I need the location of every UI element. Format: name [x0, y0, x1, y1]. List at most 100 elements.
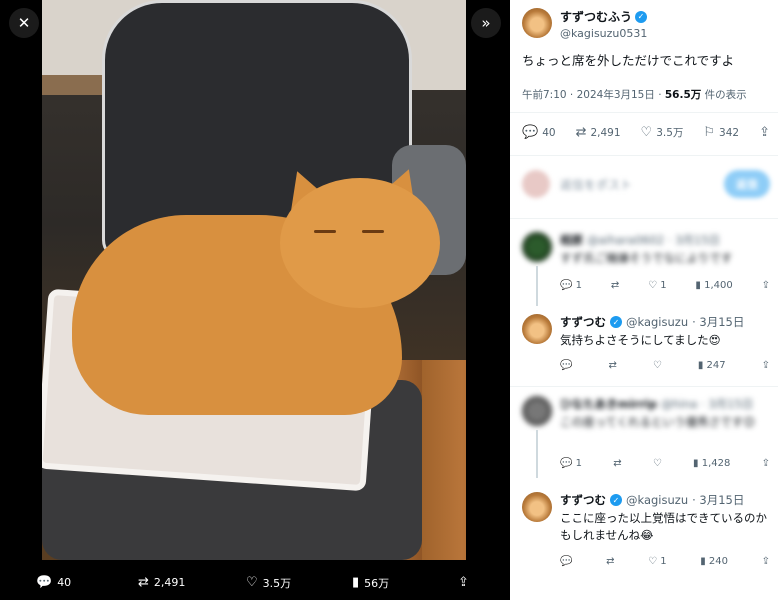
avatar[interactable]: [522, 396, 552, 426]
media-repost-button[interactable]: ⇄ 2,491: [138, 575, 185, 590]
list-item[interactable]: すずつむ ✓ @kagisuzu · 3月15日 気持ちよさそうにしてました😍 …: [522, 314, 770, 384]
media-like-button[interactable]: ♡ 3.5万: [246, 575, 291, 591]
list-item[interactable]: ひなたあきmirrip @hina · 3月15日 この座ってくれるという優秀さ…: [522, 396, 770, 478]
tweet-text: ちょっと席を外しただけでこれですよ: [522, 53, 735, 68]
share-button[interactable]: ⇪: [759, 125, 770, 140]
share-icon[interactable]: ⇪: [762, 556, 770, 567]
thread-line: [536, 266, 538, 306]
list-item[interactable]: すずつむ ✓ @kagisuzu · 3月15日 ここに座った以上覚悟はできてい…: [522, 492, 770, 582]
views-count: 240: [708, 556, 728, 567]
verified-icon: ✓: [635, 10, 648, 23]
tweet-panel: すずつむふう ✓ @kagisuzu0531 ちょっと席を外しただけでこれですよ…: [510, 0, 778, 600]
reply-text: この座ってくれるという優秀さです😊: [560, 415, 756, 429]
repost-button[interactable]: ⇄: [608, 360, 616, 371]
reply-count: 40: [542, 126, 556, 139]
views-count: 1,428: [701, 458, 731, 469]
analytics-icon: ▮: [352, 575, 360, 590]
share-icon: ⇪: [759, 125, 770, 140]
chevron-double-right-icon: »: [481, 14, 491, 32]
avatar[interactable]: [522, 492, 552, 522]
reply-text: すず氏ご機嫌そうでなによりです: [560, 251, 733, 265]
reply-actions: 💬 1 ⇄ ♡ 1 ▮ 1,400 ⇪: [560, 280, 770, 291]
reply-button[interactable]: 💬 1: [560, 458, 582, 469]
verified-icon: ✓: [610, 494, 622, 506]
share-icon[interactable]: ⇪: [762, 280, 770, 291]
repost-button[interactable]: ⇄: [613, 458, 621, 469]
tweet-meta: 午前7:10 · 2024年3月15日 · 56.5万 件の表示: [522, 87, 747, 102]
tweet-timestamp[interactable]: 午前7:10 · 2024年3月15日 ·: [522, 89, 665, 101]
cat-photo[interactable]: [42, 0, 466, 560]
share-icon[interactable]: ⇪: [762, 360, 770, 371]
avatar[interactable]: [522, 232, 552, 262]
reply-author-handle[interactable]: @hina · 3月15日: [661, 396, 753, 412]
media-views-count: 56万: [364, 576, 390, 590]
next-button[interactable]: »: [471, 8, 501, 38]
views-button[interactable]: ▮ 1,428: [693, 458, 730, 469]
reply-date[interactable]: · 3月15日: [692, 314, 744, 330]
close-button[interactable]: ✕: [9, 8, 39, 38]
tweet-views-label: 件の表示: [701, 89, 747, 101]
like-button[interactable]: ♡: [653, 458, 662, 469]
reply-author-handle[interactable]: @kagisuzu: [626, 493, 688, 507]
repost-button[interactable]: ⇄ 2,491: [576, 125, 621, 140]
views-button[interactable]: ▮ 240: [700, 556, 728, 567]
media-share-button[interactable]: ⇪: [458, 575, 469, 590]
reply-author-handle[interactable]: @kagisuzu: [626, 315, 688, 329]
views-button[interactable]: ▮ 247: [698, 360, 726, 371]
reply-button[interactable]: 💬: [560, 556, 572, 567]
reply-icon: 💬: [36, 575, 53, 590]
repost-icon: ⇄: [575, 125, 587, 140]
divider: [510, 112, 778, 113]
views-count: 247: [706, 360, 726, 371]
share-icon[interactable]: ⇪: [762, 458, 770, 469]
list-item[interactable]: 相原 @aihara0602 · 3月15日 すず氏ご機嫌そうでなによりです 💬…: [522, 232, 770, 306]
reply-count: 1: [575, 458, 583, 469]
reply-date[interactable]: · 3月15日: [692, 492, 744, 508]
divider: [510, 155, 778, 156]
reply-button[interactable]: 💬 1: [560, 280, 582, 291]
tweet-actions: 💬 40 ⇄ 2,491 ♡ 3.5万 ⚐ 342 ⇪: [522, 125, 770, 140]
author-name[interactable]: すずつむふう: [560, 8, 632, 25]
reply-header: 相原 @aihara0602 · 3月15日: [560, 232, 720, 248]
like-button[interactable]: ♡ 3.5万: [641, 125, 684, 140]
tweet-header: すずつむふう ✓ @kagisuzu0531: [522, 8, 647, 40]
reply-button[interactable]: 💬: [560, 360, 572, 371]
reply-header: ひなたあきmirrip @hina · 3月15日: [560, 396, 753, 412]
like-count: 1: [660, 556, 667, 567]
reply-submit-button[interactable]: 返信: [724, 170, 770, 198]
photo-cat-eye-left: [314, 230, 336, 233]
reply-header: すずつむ ✓ @kagisuzu · 3月15日: [560, 314, 744, 330]
repost-button[interactable]: ⇄: [611, 280, 619, 291]
reply-author-name[interactable]: すずつむ: [560, 314, 606, 330]
views-button[interactable]: ▮ 1,400: [695, 280, 732, 291]
reply-author-name[interactable]: ひなたあきmirrip: [560, 396, 657, 412]
reply-actions: 💬 ⇄ ♡ ▮ 247 ⇪: [560, 360, 770, 371]
bookmark-icon: ⚐: [703, 125, 716, 140]
tweet-views-count: 56.5万: [664, 89, 702, 101]
heart-icon: ♡: [640, 125, 653, 140]
author-handle[interactable]: @kagisuzu0531: [560, 27, 647, 40]
reply-author-name[interactable]: すずつむ: [560, 492, 606, 508]
heart-icon: ♡: [246, 575, 258, 590]
reply-actions: 💬 ⇄ ♡ 1 ▮ 240 ⇪: [560, 556, 770, 567]
reply-count: 1: [575, 280, 583, 291]
reply-input[interactable]: 返信をポスト: [560, 176, 714, 193]
reply-author-handle[interactable]: @aihara0602 · 3月15日: [587, 232, 720, 248]
reply-composer[interactable]: 返信をポスト 返信: [522, 166, 770, 202]
bookmark-button[interactable]: ⚐ 342: [703, 125, 739, 140]
reply-button[interactable]: 💬 40: [522, 125, 556, 140]
like-count: 3.5万: [656, 127, 684, 139]
media-reply-count: 40: [57, 576, 72, 589]
reply-text: 気持ちよさそうにしてました😍: [560, 333, 721, 347]
like-button[interactable]: ♡ 1: [648, 280, 667, 291]
repost-button[interactable]: ⇄: [606, 556, 614, 567]
like-button[interactable]: ♡ 1: [648, 556, 667, 567]
media-views-button[interactable]: ▮ 56万: [352, 575, 389, 591]
repost-count: 2,491: [590, 126, 621, 139]
reply-author-name[interactable]: 相原: [560, 232, 583, 248]
like-button[interactable]: ♡: [653, 360, 662, 371]
media-reply-button[interactable]: 💬 40: [36, 575, 71, 590]
photo-cat-head: [280, 178, 440, 308]
avatar[interactable]: [522, 314, 552, 344]
avatar[interactable]: [522, 8, 552, 38]
